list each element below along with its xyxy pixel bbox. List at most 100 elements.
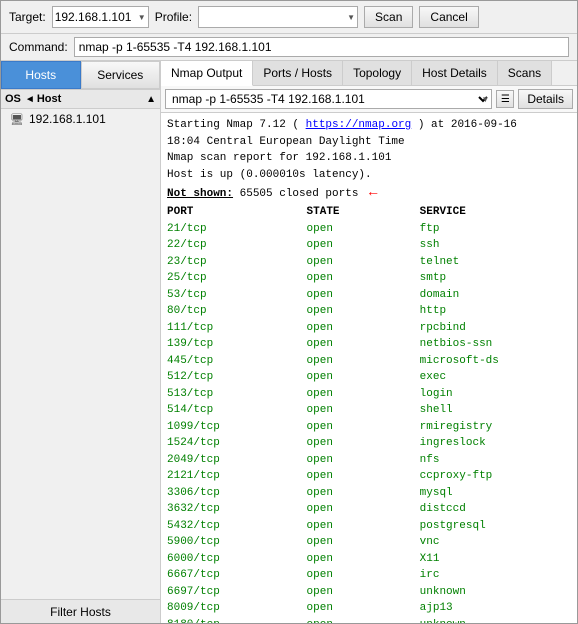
sidebar-tabs: Hosts Services <box>1 61 160 90</box>
port-table: PORT STATE SERVICE 21/tcp open ftp 22/tc… <box>167 204 571 623</box>
main-window: Target: 192.168.1.101 Profile: Scan Canc… <box>0 0 578 624</box>
output-report: Nmap scan report for 192.168.1.101 <box>167 152 391 164</box>
port-3306: 3306/tcp <box>167 485 299 502</box>
svc-22: ssh <box>420 237 571 254</box>
command-input[interactable] <box>74 37 569 57</box>
host-item[interactable]: 🖥 192.168.1.101 <box>1 109 160 129</box>
output-date: ) at 2016-09-16 <box>411 119 517 131</box>
port-25: 25/tcp <box>167 270 299 287</box>
host-label: 192.168.1.101 <box>29 112 106 126</box>
svc-5900: vnc <box>420 534 571 551</box>
tab-topology[interactable]: Topology <box>343 61 412 85</box>
profile-select[interactable] <box>198 6 358 28</box>
svc-53: domain <box>420 287 571 304</box>
tab-scans[interactable]: Scans <box>498 61 552 85</box>
port-1524: 1524/tcp <box>167 435 299 452</box>
sidebar-tree: OS ◄ Host ▲ 🖥 192.168.1.101 <box>1 90 160 599</box>
output-closed-ports: 65505 closed ports <box>233 188 365 200</box>
target-select-wrapper[interactable]: 192.168.1.101 <box>52 6 149 28</box>
sidebar: Hosts Services OS ◄ Host ▲ 🖥 192.168.1.1… <box>1 61 161 623</box>
state-8009: open <box>307 600 412 617</box>
svc-445: microsoft-ds <box>420 353 571 370</box>
target-label: Target: <box>9 10 46 24</box>
state-5432: open <box>307 518 412 535</box>
state-6697: open <box>307 584 412 601</box>
state-8180: open <box>307 617 412 624</box>
port-2121: 2121/tcp <box>167 468 299 485</box>
svc-2049: nfs <box>420 452 571 469</box>
port-512: 512/tcp <box>167 369 299 386</box>
filter-hosts-button[interactable]: Filter Hosts <box>1 599 160 623</box>
tab-ports-hosts[interactable]: Ports / Hosts <box>253 61 343 85</box>
svc-1524: ingreslock <box>420 435 571 452</box>
sort-icon: ▲ <box>146 94 156 105</box>
output-content: Starting Nmap 7.12 ( https://nmap.org ) … <box>161 113 577 623</box>
port-5900: 5900/tcp <box>167 534 299 551</box>
svc-3306: mysql <box>420 485 571 502</box>
svc-80: http <box>420 303 571 320</box>
col-service: SERVICE <box>420 204 571 221</box>
os-label: OS <box>5 93 21 105</box>
col-port: PORT <box>167 204 299 221</box>
menu-icon[interactable]: ☰ <box>496 90 514 108</box>
cancel-button[interactable]: Cancel <box>419 6 478 28</box>
state-22: open <box>307 237 412 254</box>
port-53: 53/tcp <box>167 287 299 304</box>
port-1099: 1099/tcp <box>167 419 299 436</box>
host-column-label: Host <box>37 93 61 105</box>
port-23: 23/tcp <box>167 254 299 271</box>
svc-6697: unknown <box>420 584 571 601</box>
svc-513: login <box>420 386 571 403</box>
state-512: open <box>307 369 412 386</box>
svc-514: shell <box>420 402 571 419</box>
main-area: Hosts Services OS ◄ Host ▲ 🖥 192.168.1.1… <box>1 61 577 623</box>
port-80: 80/tcp <box>167 303 299 320</box>
command-label: Command: <box>9 40 68 54</box>
tab-services[interactable]: Services <box>81 61 161 89</box>
output-command-select[interactable]: nmap -p 1-65535 -T4 192.168.1.101 <box>165 89 492 109</box>
scan-button[interactable]: Scan <box>364 6 413 28</box>
tab-nmap-output[interactable]: Nmap Output <box>161 61 253 86</box>
svc-111: rpcbind <box>420 320 571 337</box>
svc-21: ftp <box>420 221 571 238</box>
svc-3632: distccd <box>420 501 571 518</box>
state-445: open <box>307 353 412 370</box>
svc-8180: unknown <box>420 617 571 624</box>
details-button[interactable]: Details <box>518 89 573 109</box>
state-80: open <box>307 303 412 320</box>
port-111: 111/tcp <box>167 320 299 337</box>
state-1524: open <box>307 435 412 452</box>
port-22: 22/tcp <box>167 237 299 254</box>
port-21: 21/tcp <box>167 221 299 238</box>
target-select[interactable]: 192.168.1.101 <box>52 6 149 28</box>
port-6000: 6000/tcp <box>167 551 299 568</box>
state-1099: open <box>307 419 412 436</box>
port-5432: 5432/tcp <box>167 518 299 535</box>
state-514: open <box>307 402 412 419</box>
tab-hosts[interactable]: Hosts <box>1 61 81 89</box>
svc-6000: X11 <box>420 551 571 568</box>
nmap-link[interactable]: https://nmap.org <box>306 119 412 131</box>
output-time: 18:04 Central European Daylight Time <box>167 136 405 148</box>
port-6697: 6697/tcp <box>167 584 299 601</box>
state-513: open <box>307 386 412 403</box>
svc-139: netbios-ssn <box>420 336 571 353</box>
tree-header: OS ◄ Host ▲ <box>1 90 160 109</box>
state-111: open <box>307 320 412 337</box>
state-6000: open <box>307 551 412 568</box>
tree-expand-icon: ◄ <box>25 94 35 105</box>
svc-25: smtp <box>420 270 571 287</box>
svc-6667: irc <box>420 567 571 584</box>
output-host-up: Host is up (0.000010s latency). <box>167 169 372 181</box>
profile-select-wrapper[interactable] <box>198 6 358 28</box>
state-3632: open <box>307 501 412 518</box>
port-513: 513/tcp <box>167 386 299 403</box>
output-not-shown: Not shown: <box>167 188 233 200</box>
state-2049: open <box>307 452 412 469</box>
port-8009: 8009/tcp <box>167 600 299 617</box>
svc-512: exec <box>420 369 571 386</box>
state-21: open <box>307 221 412 238</box>
tab-host-details[interactable]: Host Details <box>412 61 498 85</box>
port-514: 514/tcp <box>167 402 299 419</box>
output-command-select-wrapper[interactable]: nmap -p 1-65535 -T4 192.168.1.101 <box>165 89 492 109</box>
